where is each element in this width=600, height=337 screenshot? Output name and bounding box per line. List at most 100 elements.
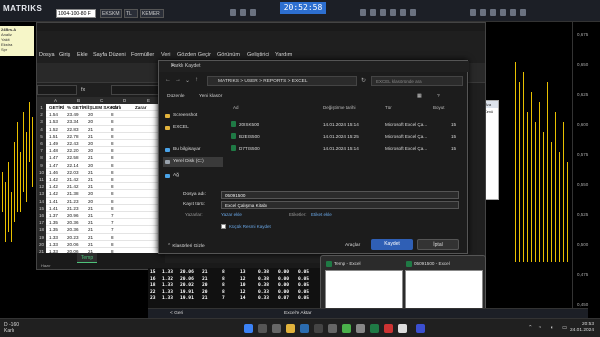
cell[interactable]: 7 xyxy=(111,220,114,225)
cell[interactable]: 20.36 xyxy=(67,227,79,232)
view-icon[interactable]: ▦ xyxy=(417,94,422,99)
toolbar-icon[interactable] xyxy=(410,9,416,16)
row-number[interactable]: 9 xyxy=(37,161,46,169)
help-icon[interactable]: ? xyxy=(437,94,440,99)
weather-widget[interactable]: D -160 Karlı xyxy=(4,322,19,334)
table-row[interactable]: 16 1.32 20.06 21 8 12 0.38 0.00 0.05 xyxy=(148,277,328,283)
cell[interactable]: 20 xyxy=(88,191,93,196)
table-row[interactable]: 5 1.51 22.78 21 8 xyxy=(37,132,165,140)
cell[interactable]: 1.47 xyxy=(49,155,58,160)
row-number[interactable]: 17 xyxy=(37,219,46,227)
cell[interactable]: 21 xyxy=(88,184,93,189)
cell[interactable]: 22.58 xyxy=(67,155,79,160)
cell[interactable]: 20.96 xyxy=(67,213,79,218)
cell[interactable]: 8 xyxy=(111,170,114,175)
matriks-taskbar-icon[interactable] xyxy=(416,324,425,333)
cell[interactable]: 8 xyxy=(111,206,114,211)
row-number[interactable]: 13 xyxy=(37,190,46,198)
table-row[interactable]: 14 1.41 21.23 20 8 xyxy=(37,197,165,205)
cell[interactable]: 8 xyxy=(111,242,114,247)
cell[interactable]: 23.49 xyxy=(67,112,79,117)
cell[interactable]: 1.49 xyxy=(49,141,58,146)
cell[interactable]: 1.35 xyxy=(49,220,58,225)
row-number[interactable]: 5 xyxy=(37,132,46,140)
row-number[interactable]: 10 xyxy=(37,168,46,176)
row-number[interactable]: 14 xyxy=(37,197,46,205)
toolbar-icon[interactable] xyxy=(380,9,386,16)
column-header[interactable]: A xyxy=(54,98,57,103)
row-number[interactable]: 19 xyxy=(37,233,46,241)
hide-folders-button[interactable]: ⌃ Klasörleri Gizle xyxy=(167,244,205,249)
row-number[interactable]: 1 xyxy=(37,104,46,112)
kemer-field[interactable]: KEMER xyxy=(140,9,164,18)
row-number[interactable]: 11 xyxy=(37,176,46,184)
cell[interactable]: 23.34 xyxy=(67,119,79,124)
file-row[interactable]: 20ISK500 14.01.2024 15:14 Microsoft Exce… xyxy=(225,119,465,129)
table-row[interactable]: 10 1.46 22.03 21 8 xyxy=(37,168,165,176)
preview-05091500-excel[interactable]: 05091500 - Excel xyxy=(405,260,483,312)
table-row[interactable]: 19 1.33 20.23 21 8 xyxy=(37,233,165,241)
table-row[interactable]: 18 1.35 20.36 21 7 xyxy=(37,226,165,234)
chevron-down-icon[interactable]: ⌄ xyxy=(185,77,190,84)
cell[interactable]: 8 xyxy=(111,127,114,132)
table-row[interactable]: 13 1.42 21.38 20 8 xyxy=(37,190,165,198)
table-row[interactable]: 6 1.49 22.43 20 8 xyxy=(37,140,165,148)
chevron-up-icon[interactable]: ⌃ xyxy=(528,325,533,331)
cell[interactable]: 21.38 xyxy=(67,191,79,196)
toolbar-icon[interactable] xyxy=(250,9,256,16)
cell[interactable]: 22.14 xyxy=(67,163,79,168)
organize-button[interactable]: Düzenle xyxy=(167,94,185,99)
file-row[interactable]: D7TIS500 14.01.2024 15:14 Microsoft Exce… xyxy=(225,143,465,153)
table-row[interactable]: 8 1.47 22.58 21 8 xyxy=(37,154,165,162)
cell[interactable]: 21 xyxy=(88,220,93,225)
save-thumbnail-checkbox[interactable] xyxy=(221,224,226,229)
cell[interactable]: 21 xyxy=(88,235,93,240)
cell[interactable]: 20.06 xyxy=(67,242,79,247)
table-row[interactable]: 15 1.33 20.06 21 8 13 0.38 0.00 0.05 xyxy=(148,270,328,276)
cell[interactable]: 7 xyxy=(111,227,114,232)
sidebar-item-network[interactable]: Ağ xyxy=(163,171,223,181)
column-header[interactable]: D xyxy=(123,98,126,103)
fx-icon[interactable]: fx xyxy=(81,85,111,95)
cell[interactable]: 8 xyxy=(111,184,114,189)
toolbar-icon[interactable] xyxy=(400,9,406,16)
forward-icon[interactable]: → xyxy=(175,77,181,83)
start-icon[interactable] xyxy=(244,324,253,333)
toolbar-icon[interactable] xyxy=(470,9,476,16)
cell[interactable]: 1.41 xyxy=(49,206,58,211)
cell[interactable]: 8 xyxy=(111,141,114,146)
refresh-icon[interactable]: ↻ xyxy=(361,77,366,84)
cell[interactable]: 22.03 xyxy=(67,170,79,175)
cell[interactable]: 20 xyxy=(88,119,93,124)
cell[interactable]: 20 xyxy=(88,141,93,146)
cell[interactable]: 20 xyxy=(88,163,93,168)
cell[interactable]: 8 xyxy=(111,163,114,168)
header-cell[interactable]: Zarar xyxy=(135,105,147,110)
sidebar-item-excel[interactable]: EXCEL xyxy=(163,123,223,133)
cell[interactable]: 20.23 xyxy=(67,235,79,240)
cell[interactable]: 1.42 xyxy=(49,191,58,196)
cancel-button[interactable]: İptal xyxy=(417,239,459,250)
header-cell[interactable]: GETİRİ xyxy=(49,105,64,110)
sheet-tab-temp[interactable]: Temp xyxy=(77,253,97,263)
cell[interactable]: 20 xyxy=(88,112,93,117)
battery-icon[interactable]: ▭ xyxy=(562,325,567,331)
tab-ekle[interactable]: Ekle xyxy=(77,52,88,58)
cell[interactable]: 20 xyxy=(88,148,93,153)
cell[interactable]: 1.46 xyxy=(49,170,58,175)
cell[interactable]: 22.83 xyxy=(67,127,79,132)
cell[interactable]: 21 xyxy=(88,170,93,175)
cell[interactable]: 21.23 xyxy=(67,206,79,211)
toolbar-icon[interactable] xyxy=(360,9,366,16)
new-folder-button[interactable]: Yeni klasör xyxy=(199,94,222,99)
cell[interactable]: 21 xyxy=(88,227,93,232)
back-button[interactable]: < Geri xyxy=(170,311,183,316)
column-header[interactable]: B xyxy=(77,98,80,103)
table-row[interactable]: 17 1.35 20.36 21 7 xyxy=(37,219,165,227)
price-chart-left[interactable] xyxy=(0,22,36,318)
cell[interactable]: 21 xyxy=(88,134,93,139)
header-row[interactable]: 1 GETİRİ% GETİRİ İŞLEM SAYISI Kârlı Zarar xyxy=(37,104,165,112)
table-row[interactable]: 9 1.47 22.14 20 8 xyxy=(37,161,165,169)
cell[interactable]: 1.42 xyxy=(49,177,58,182)
cell[interactable]: 22.43 xyxy=(67,141,79,146)
